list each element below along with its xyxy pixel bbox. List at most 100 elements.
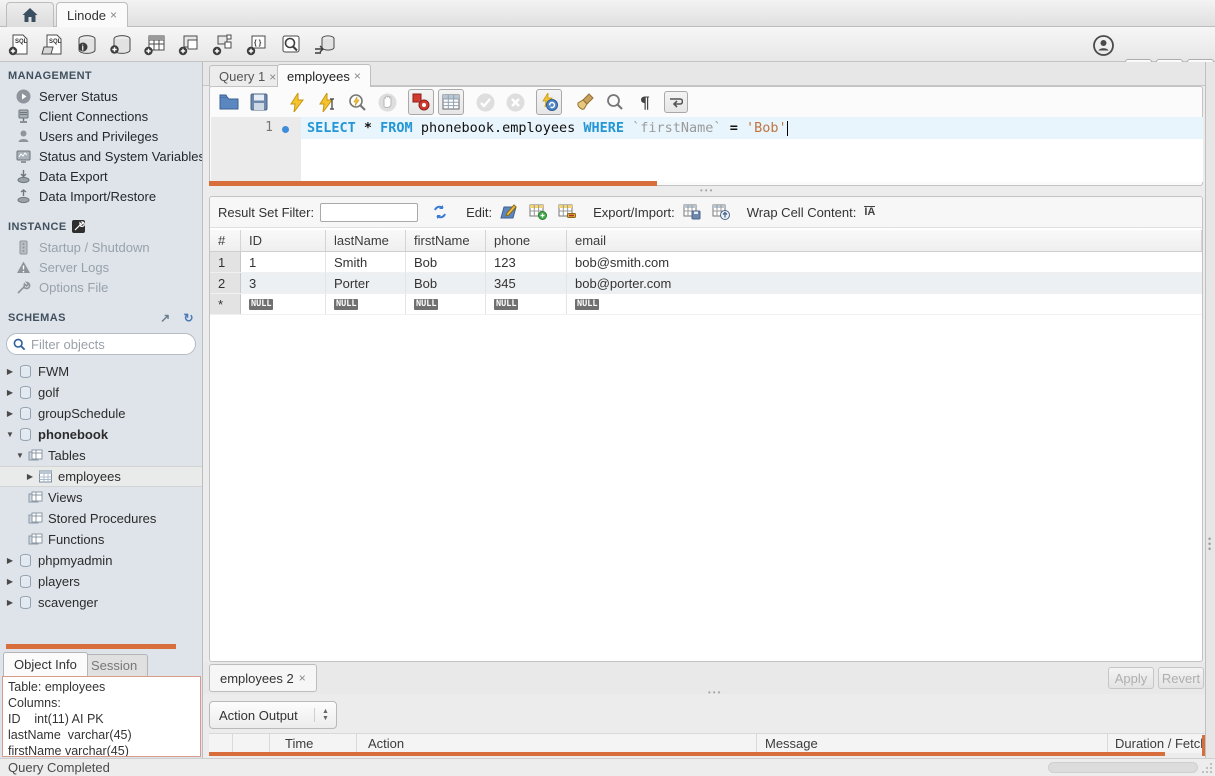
revert-button[interactable]: Revert: [1158, 667, 1204, 689]
expander-icon[interactable]: ▶: [24, 472, 36, 481]
tree-item-schema-scavenger[interactable]: ▶ scavenger: [0, 592, 202, 613]
table-row[interactable]: 1 1 Smith Bob 123 bob@smith.com: [210, 252, 1202, 273]
sidebar-item-client-connections[interactable]: Client Connections: [0, 106, 202, 126]
limit-rows-icon[interactable]: [438, 89, 464, 115]
null-badge[interactable]: NULL: [414, 299, 438, 310]
cell-id[interactable]: 3: [241, 273, 326, 293]
sidebar-item-options-file[interactable]: Options File: [0, 277, 202, 297]
tree-item-tables-folder[interactable]: ▼ Tables: [0, 445, 202, 466]
cell-phone[interactable]: 345: [486, 273, 567, 293]
column-header-id[interactable]: ID: [241, 230, 326, 251]
cell-lastname[interactable]: Porter: [326, 273, 406, 293]
cell-firstname[interactable]: Bob: [406, 252, 486, 272]
data-transfer-icon[interactable]: [310, 31, 338, 58]
schema-inspector-icon[interactable]: i: [72, 31, 100, 58]
sidebar-item-data-export[interactable]: Data Export: [0, 166, 202, 186]
tree-item-schema-phonebook[interactable]: ▼ phonebook: [0, 424, 202, 445]
tree-item-schema-players[interactable]: ▶ players: [0, 571, 202, 592]
output-splitter-accent[interactable]: [209, 752, 1165, 756]
create-schema-icon[interactable]: [106, 31, 134, 58]
open-sql-script-icon[interactable]: SQL: [38, 31, 66, 58]
tab-session[interactable]: Session: [80, 654, 148, 676]
splitter-grip[interactable]: •••: [700, 186, 714, 195]
insert-row-icon[interactable]: [526, 201, 550, 223]
close-icon[interactable]: ×: [110, 8, 117, 22]
commit-icon[interactable]: [472, 89, 498, 115]
sidebar-item-server-status[interactable]: Server Status: [0, 86, 202, 106]
toggle-wrap-icon[interactable]: [664, 91, 688, 113]
tree-item-views-folder[interactable]: Views: [0, 487, 202, 508]
sidebar-item-status-variables[interactable]: Status and System Variables: [0, 146, 202, 166]
right-panel-splitter[interactable]: •••: [1205, 62, 1215, 758]
null-badge[interactable]: NULL: [494, 299, 518, 310]
sidebar-splitter-accent[interactable]: [6, 644, 176, 649]
toggle-stop-on-error-icon[interactable]: [408, 89, 434, 115]
expander-icon[interactable]: ▼: [14, 451, 26, 460]
tab-employees[interactable]: employees ×: [277, 64, 371, 87]
tree-item-stored-procedures-folder[interactable]: Stored Procedures: [0, 508, 202, 529]
close-icon[interactable]: ×: [299, 671, 306, 685]
wrap-cell-content-icon[interactable]: IA: [864, 206, 875, 218]
sql-code-area[interactable]: 1 SELECT * FROM phonebook.employees WHER…: [211, 117, 1203, 182]
spinner-arrows-icon[interactable]: ▲▼: [314, 708, 336, 722]
column-header-phone[interactable]: phone: [486, 230, 567, 251]
tree-item-schema-golf[interactable]: ▶ golf: [0, 382, 202, 403]
null-badge[interactable]: NULL: [334, 299, 358, 310]
output-col-action[interactable]: Action: [357, 734, 757, 753]
expander-icon[interactable]: ▶: [4, 409, 16, 418]
close-icon[interactable]: ×: [354, 69, 361, 83]
tab-query-1[interactable]: Query 1 ×: [209, 65, 286, 87]
sql-statement-line[interactable]: SELECT * FROM phonebook.employees WHERE …: [301, 117, 1203, 139]
show-invisibles-icon[interactable]: ¶: [632, 89, 658, 115]
create-procedure-icon[interactable]: [208, 31, 236, 58]
refresh-icon[interactable]: [428, 201, 452, 223]
export-recordset-icon[interactable]: [680, 201, 704, 223]
expand-schemas-icon[interactable]: ↗: [160, 311, 170, 325]
output-col-duration[interactable]: Duration / Fetch: [1108, 734, 1205, 753]
create-table-icon[interactable]: [140, 31, 168, 58]
explain-statement-icon[interactable]: [344, 89, 370, 115]
rollback-icon[interactable]: [502, 89, 528, 115]
tree-item-schema-groupschedule[interactable]: ▶ groupSchedule: [0, 403, 202, 424]
horizontal-scrollbar[interactable]: [1048, 762, 1198, 773]
cell-lastname[interactable]: Smith: [326, 252, 406, 272]
result-filter-input[interactable]: [320, 203, 418, 222]
column-header-firstname[interactable]: firstName: [406, 230, 486, 251]
cell-phone[interactable]: 123: [486, 252, 567, 272]
new-sql-tab-icon[interactable]: SQL: [4, 31, 32, 58]
expander-icon[interactable]: ▶: [4, 388, 16, 397]
create-function-icon[interactable]: { }: [242, 31, 270, 58]
expander-icon[interactable]: ▶: [4, 577, 16, 586]
null-badge[interactable]: NULL: [249, 299, 273, 310]
toggle-autocommit-icon[interactable]: [536, 89, 562, 115]
expander-icon[interactable]: ▼: [4, 430, 16, 439]
cell-email[interactable]: bob@porter.com: [567, 273, 1202, 293]
apply-button[interactable]: Apply: [1108, 667, 1154, 689]
create-view-icon[interactable]: [174, 31, 202, 58]
tab-object-info[interactable]: Object Info: [3, 652, 88, 676]
cell-id[interactable]: 1: [241, 252, 326, 272]
sidebar-item-data-import[interactable]: Data Import/Restore: [0, 186, 202, 206]
sidebar-item-startup-shutdown[interactable]: Startup / Shutdown: [0, 237, 202, 257]
tab-employees-2[interactable]: employees 2 ×: [209, 664, 317, 692]
tree-item-functions-folder[interactable]: Functions: [0, 529, 202, 550]
expander-icon[interactable]: ▶: [4, 367, 16, 376]
expander-icon[interactable]: ▶: [4, 598, 16, 607]
refresh-schemas-icon[interactable]: ↻: [184, 311, 194, 325]
schema-filter-input[interactable]: [31, 337, 203, 352]
edit-record-icon[interactable]: [497, 201, 521, 223]
resize-grip-icon[interactable]: [1201, 762, 1213, 774]
output-col-message[interactable]: Message: [757, 734, 1108, 753]
column-header-email[interactable]: email: [567, 230, 1202, 251]
splitter-grip[interactable]: •••: [708, 688, 722, 697]
output-col-time[interactable]: Time: [270, 734, 357, 753]
import-recordset-icon[interactable]: [709, 201, 733, 223]
editor-splitter-accent[interactable]: [209, 181, 657, 186]
cell-email[interactable]: bob@smith.com: [567, 252, 1202, 272]
home-tab[interactable]: [6, 2, 54, 27]
delete-row-icon[interactable]: [555, 201, 579, 223]
execute-script-icon[interactable]: [284, 89, 310, 115]
tree-item-schema-fwm[interactable]: ▶ FWM: [0, 361, 202, 382]
sidebar-item-server-logs[interactable]: Server Logs: [0, 257, 202, 277]
activity-indicator-icon[interactable]: [1089, 32, 1117, 59]
